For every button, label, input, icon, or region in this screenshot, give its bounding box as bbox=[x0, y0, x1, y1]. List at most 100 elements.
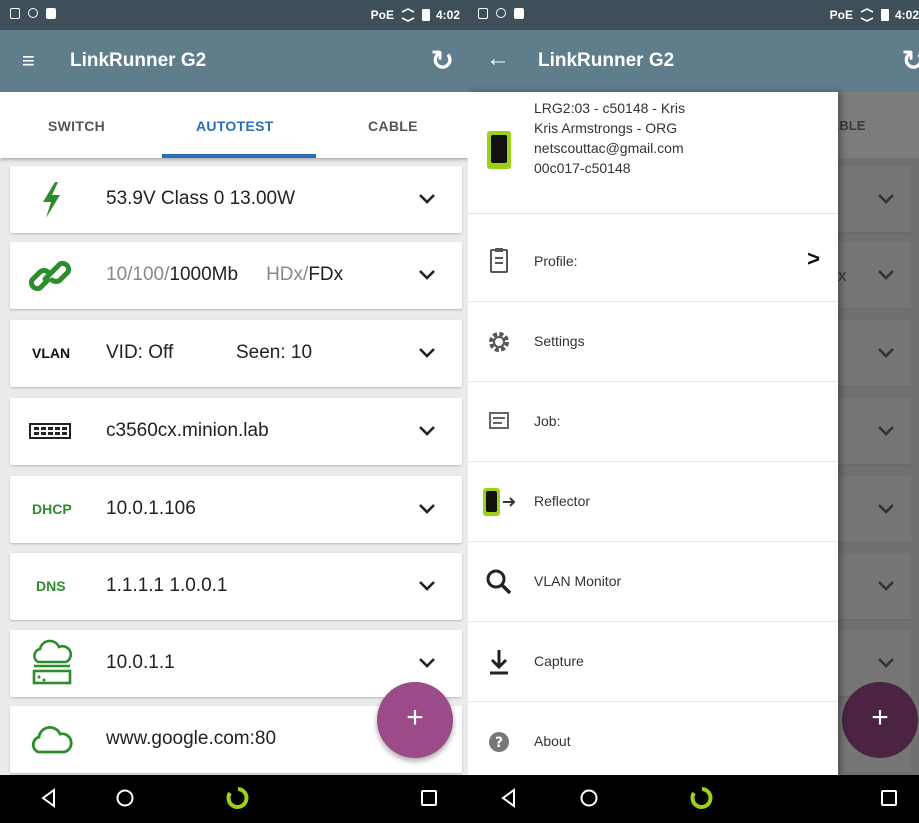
menu-label: Reflector bbox=[534, 493, 591, 509]
chevron-down-icon bbox=[878, 194, 894, 204]
gateway-cloud-icon bbox=[32, 639, 73, 685]
cloud-icon bbox=[31, 725, 73, 754]
link-speed: 10/100/1000Mb HDx/FDx bbox=[106, 264, 343, 286]
notification-icons bbox=[478, 8, 524, 19]
magnifier-icon bbox=[486, 569, 512, 595]
home-icon[interactable] bbox=[114, 787, 136, 809]
chain-link-icon bbox=[28, 260, 72, 292]
chevron-right-icon: > bbox=[807, 246, 820, 271]
target-host: www.google.com:80 bbox=[106, 728, 277, 749]
menu-item-settings[interactable]: Settings bbox=[468, 302, 838, 382]
battery-icon bbox=[421, 9, 430, 21]
circle-icon bbox=[28, 8, 38, 18]
help-icon: ? bbox=[489, 732, 509, 752]
chevron-down-icon[interactable] bbox=[414, 186, 440, 212]
chevron-down-icon[interactable] bbox=[414, 650, 440, 676]
screenshot: PoE 4:02 ≡ LinkRunner G2 ↻ SWITCH AUTOTE… bbox=[0, 0, 919, 823]
chevron-down-icon bbox=[878, 426, 894, 436]
menu-item-profile[interactable]: Profile: > bbox=[468, 222, 838, 302]
poe-card[interactable]: 53.9V Class 0 13.00W bbox=[10, 166, 462, 233]
menu-item-capture[interactable]: Capture bbox=[468, 622, 838, 702]
system-nav-bar bbox=[0, 775, 468, 823]
chevron-down-icon[interactable] bbox=[414, 496, 440, 522]
poe-indicator: PoE bbox=[829, 8, 853, 22]
chevron-down-icon[interactable] bbox=[414, 573, 440, 599]
chevron-down-icon bbox=[878, 658, 894, 668]
battery-icon bbox=[880, 9, 889, 21]
poe-indicator: PoE bbox=[370, 8, 394, 22]
menu-item-reflector[interactable]: Reflector bbox=[468, 462, 838, 542]
chevron-down-icon[interactable] bbox=[414, 340, 440, 366]
device-owner: Kris Armstrongs - ORG bbox=[534, 120, 678, 136]
dns-card[interactable]: DNS 1.1.1.1 1.0.0.1 bbox=[10, 553, 462, 620]
tab-cable[interactable]: CABLE bbox=[368, 118, 418, 134]
dimmed-duplex: x bbox=[838, 266, 847, 285]
circle-icon bbox=[496, 8, 506, 18]
screen-icon bbox=[478, 8, 488, 19]
recent-apps-icon[interactable] bbox=[878, 787, 900, 809]
dhcp-label: DHCP bbox=[32, 501, 72, 517]
menu-item-about[interactable]: ? About bbox=[468, 702, 838, 782]
tab-switch[interactable]: SWITCH bbox=[48, 118, 105, 134]
switch-name: c3560cx.minion.lab bbox=[106, 420, 269, 441]
back-arrow-icon[interactable]: ← bbox=[486, 45, 510, 73]
navigation-drawer: LRG2:03 - c50148 - Kris Kris Armstrongs … bbox=[468, 92, 838, 775]
reflector-icon bbox=[483, 488, 516, 516]
back-icon[interactable] bbox=[38, 787, 60, 809]
duplex-options: HDx/ bbox=[266, 264, 309, 285]
device-info: LRG2:03 - c50148 - Kris Kris Armstrongs … bbox=[534, 98, 685, 178]
screen-icon bbox=[10, 8, 20, 19]
device-email: netscouttac@gmail.com bbox=[534, 140, 684, 156]
menu-label: VLAN Monitor bbox=[534, 573, 622, 589]
link-status-icon bbox=[860, 8, 874, 22]
speed-active: 1000Mb bbox=[169, 264, 239, 285]
dns-servers: 1.1.1.1 1.0.0.1 bbox=[106, 575, 228, 596]
active-tab-indicator bbox=[162, 154, 316, 158]
speed-options: 10/100/ bbox=[106, 264, 170, 285]
app-title: LinkRunner G2 bbox=[70, 50, 207, 71]
lightning-bolt-icon bbox=[43, 182, 60, 218]
menu-label: Capture bbox=[534, 653, 584, 669]
menu-label: Job: bbox=[534, 413, 561, 429]
clock: 4:02 bbox=[435, 8, 460, 22]
download-icon bbox=[490, 650, 508, 675]
drawer-screen: PoE 4:02 ← LinkRunner G2 ↻ ABLE x + LRG2… bbox=[468, 0, 919, 823]
linkrunner-app-icon[interactable] bbox=[688, 785, 714, 811]
recent-apps-icon[interactable] bbox=[418, 787, 440, 809]
dhcp-address: 10.0.1.106 bbox=[106, 498, 196, 519]
back-icon[interactable] bbox=[498, 787, 520, 809]
switch-icon bbox=[29, 423, 71, 439]
gateway-address: 10.0.1.1 bbox=[106, 652, 175, 673]
dhcp-card[interactable]: DHCP 10.0.1.106 bbox=[10, 476, 462, 543]
chevron-down-icon bbox=[878, 270, 894, 280]
menu-item-vlan-monitor[interactable]: VLAN Monitor bbox=[468, 542, 838, 622]
chevron-down-icon[interactable] bbox=[414, 262, 440, 288]
vlan-card[interactable]: VLAN VID: Off Seen: 10 bbox=[10, 320, 462, 387]
status-bar: PoE 4:02 bbox=[468, 0, 919, 30]
vlan-vid: VID: Off bbox=[106, 342, 174, 363]
message-icon bbox=[489, 412, 509, 429]
hamburger-menu-icon[interactable]: ≡ bbox=[22, 48, 35, 74]
vlan-label: VLAN bbox=[32, 345, 71, 361]
chevron-down-icon bbox=[878, 504, 894, 514]
status-right: PoE 4:02 bbox=[371, 8, 460, 22]
device-mac: 00c017-c50148 bbox=[534, 160, 631, 176]
linkrunner-app-icon[interactable] bbox=[224, 785, 250, 811]
link-card[interactable]: 10/100/1000Mb HDx/FDx bbox=[10, 242, 462, 309]
refresh-icon[interactable]: ↻ bbox=[902, 44, 919, 77]
menu-label: Profile: bbox=[534, 253, 578, 269]
add-fab-button: + bbox=[842, 682, 918, 758]
dns-label: DNS bbox=[36, 578, 66, 594]
refresh-icon[interactable]: ↻ bbox=[431, 44, 454, 77]
app-bar: ≡ LinkRunner G2 ↻ bbox=[0, 30, 468, 92]
system-nav-bar bbox=[468, 775, 919, 823]
tab-autotest[interactable]: AUTOTEST bbox=[196, 118, 274, 134]
home-icon[interactable] bbox=[578, 787, 600, 809]
menu-label: About bbox=[534, 733, 571, 749]
add-fab-button[interactable]: + bbox=[377, 682, 453, 758]
menu-item-job[interactable]: Job: bbox=[468, 382, 838, 462]
switch-card[interactable]: c3560cx.minion.lab bbox=[10, 398, 462, 465]
chevron-down-icon[interactable] bbox=[414, 418, 440, 444]
menu-label: Settings bbox=[534, 333, 585, 349]
svg-text:?: ? bbox=[495, 735, 503, 751]
